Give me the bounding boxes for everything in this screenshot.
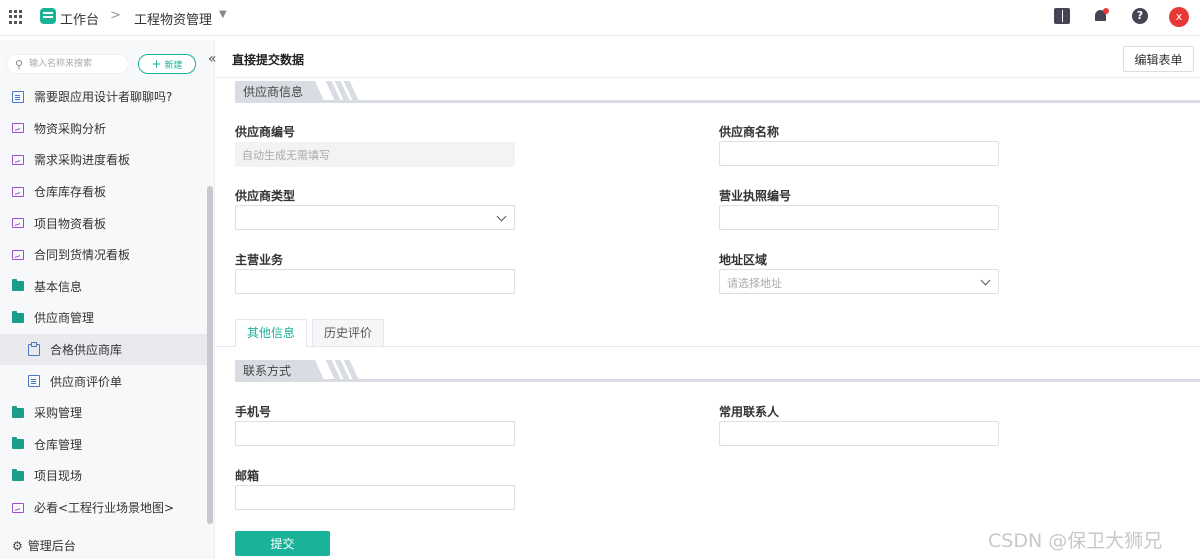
folder-icon <box>12 405 24 418</box>
watermark: CSDN @保卫大狮兄 <box>988 530 1163 552</box>
sidebar-item-label: 仓库管理 <box>34 437 83 452</box>
folder-icon <box>12 468 24 481</box>
sidebar: ⚲ +新建 « 需要跟应用设计者聊聊吗? 物资采购分析 需求采购进度看板 仓库库… <box>0 40 217 559</box>
document-icon <box>12 90 24 103</box>
main-business-field[interactable] <box>235 269 515 294</box>
folder-icon <box>12 310 24 323</box>
sidebar-item-contract-arrival[interactable]: 合同到货情况看板 <box>0 239 208 271</box>
sidebar-item-supplier-management[interactable]: 供应商管理 <box>0 302 208 334</box>
license-no-field[interactable] <box>719 205 999 230</box>
folder-icon <box>12 279 24 292</box>
sidebar-item-label: 合同到货情况看板 <box>34 248 131 263</box>
book-icon[interactable] <box>1054 8 1070 24</box>
chevron-down-icon[interactable]: ▼ <box>219 9 227 20</box>
supplier-type-label: 供应商类型 <box>235 189 296 203</box>
submit-button[interactable]: 提交 <box>235 531 330 556</box>
dashboard-icon <box>12 186 24 197</box>
dashboard-icon <box>12 502 24 513</box>
sidebar-item-label: 需要跟应用设计者聊聊吗? <box>34 90 173 105</box>
sidebar-item-label: 必看<工程行业场景地图> <box>34 501 175 516</box>
gear-icon: ⚙ <box>12 538 23 553</box>
main-header: 直接提交数据 编辑表单 <box>216 40 1200 78</box>
sidebar-item-label: 项目现场 <box>34 469 83 484</box>
sidebar-item-basic-info[interactable]: 基本信息 <box>0 271 208 303</box>
top-bar: 工作台 > 工程物资管理 ▼ ? x <box>0 0 1200 36</box>
section-title: 联系方式 <box>235 360 325 382</box>
new-button-label: 新建 <box>164 60 183 71</box>
sidebar-item-demand-progress[interactable]: 需求采购进度看板 <box>0 144 208 176</box>
chevron-down-icon <box>496 211 507 222</box>
dashboard-icon <box>12 154 24 165</box>
sidebar-scrollbar[interactable] <box>207 186 213 524</box>
search-box[interactable]: ⚲ <box>6 54 129 74</box>
admin-label: 管理后台 <box>27 539 76 553</box>
sidebar-item-label: 供应商管理 <box>34 311 95 326</box>
sidebar-item-label: 仓库库存看板 <box>34 185 107 200</box>
sidebar-item-label: 物资采购分析 <box>34 121 107 136</box>
supplier-name-label: 供应商名称 <box>719 125 780 139</box>
sidebar-item-label: 项目物资看板 <box>34 216 107 231</box>
supplier-name-field[interactable] <box>719 141 999 166</box>
contact-person-label: 常用联系人 <box>719 405 780 419</box>
breadcrumb-app-name[interactable]: 工程物资管理 <box>134 9 212 28</box>
supplier-no-field: 自动生成无需填写 <box>235 142 515 167</box>
sidebar-item-label: 基本信息 <box>34 279 83 294</box>
sidebar-item-chat-designer[interactable]: 需要跟应用设计者聊聊吗? <box>0 81 208 113</box>
sidebar-item-purchase-management[interactable]: 采购管理 <box>0 397 208 429</box>
sidebar-item-supplier-evaluation[interactable]: 供应商评价单 <box>0 365 208 397</box>
email-label: 邮箱 <box>235 469 260 483</box>
folder-icon <box>12 437 24 450</box>
sidebar-item-qualified-suppliers[interactable]: 合格供应商库 <box>0 333 208 366</box>
sidebar-item-warehouse-stock[interactable]: 仓库库存看板 <box>0 176 208 208</box>
main-content: 直接提交数据 编辑表单 供应商信息 供应商编号 自动生成无需填写 供应商名称 供… <box>216 40 1200 559</box>
sidebar-item-project-materials[interactable]: 项目物资看板 <box>0 207 208 239</box>
app-grid-icon[interactable] <box>9 10 23 24</box>
sidebar-item-scenario-map[interactable]: 必看<工程行业场景地图> <box>0 492 208 524</box>
supplier-no-label: 供应商编号 <box>235 125 296 139</box>
email-field[interactable] <box>235 485 515 510</box>
admin-link[interactable]: ⚙ 管理后台 <box>12 537 76 554</box>
tab-other-info[interactable]: 其他信息 <box>235 319 307 347</box>
address-label: 地址区域 <box>719 253 768 267</box>
dashboard-icon <box>12 123 24 134</box>
breadcrumb-workbench[interactable]: 工作台 <box>60 9 99 28</box>
document-icon <box>28 375 40 388</box>
phone-field[interactable] <box>235 421 515 446</box>
sidebar-item-label: 供应商评价单 <box>50 374 123 389</box>
dashboard-icon <box>12 218 24 229</box>
address-placeholder: 请选择地址 <box>727 277 782 290</box>
phone-label: 手机号 <box>235 405 272 419</box>
main-business-label: 主营业务 <box>235 253 284 267</box>
edit-form-button[interactable]: 编辑表单 <box>1123 46 1194 72</box>
plus-icon: + <box>151 57 162 71</box>
avatar[interactable]: x <box>1169 7 1189 27</box>
app-logo-icon <box>40 8 56 24</box>
chevron-down-icon <box>980 275 991 286</box>
clipboard-icon <box>28 341 40 356</box>
bell-icon[interactable] <box>1093 8 1109 24</box>
sidebar-item-warehouse-management[interactable]: 仓库管理 <box>0 429 208 461</box>
section-title: 供应商信息 <box>235 81 325 103</box>
license-no-label: 营业执照编号 <box>719 189 792 203</box>
section-header-contact: 联系方式 <box>235 360 1200 382</box>
sidebar-item-label: 需求采购进度看板 <box>34 153 131 168</box>
dashboard-icon <box>12 249 24 260</box>
sidebar-item-purchase-analysis[interactable]: 物资采购分析 <box>0 113 208 145</box>
search-input[interactable] <box>29 57 125 71</box>
sidebar-item-project-site[interactable]: 项目现场 <box>0 460 208 492</box>
tab-history-evaluation[interactable]: 历史评价 <box>312 319 384 347</box>
new-button[interactable]: + 新建 <box>138 54 196 74</box>
contact-person-field[interactable] <box>719 421 999 446</box>
section-header-supplier: 供应商信息 <box>235 81 1200 103</box>
nav-list: 需要跟应用设计者聊聊吗? 物资采购分析 需求采购进度看板 仓库库存看板 项目物资… <box>0 81 208 523</box>
help-icon[interactable]: ? <box>1132 8 1148 24</box>
search-icon: ⚲ <box>15 58 24 71</box>
tab-bar: 其他信息 历史评价 <box>216 319 1200 347</box>
supplier-type-select[interactable] <box>235 205 515 230</box>
sidebar-item-label: 采购管理 <box>34 406 83 421</box>
sidebar-item-label: 合格供应商库 <box>50 343 123 358</box>
breadcrumb-separator: > <box>110 8 121 23</box>
page-title: 直接提交数据 <box>232 53 305 67</box>
address-select[interactable]: 请选择地址 <box>719 269 999 294</box>
